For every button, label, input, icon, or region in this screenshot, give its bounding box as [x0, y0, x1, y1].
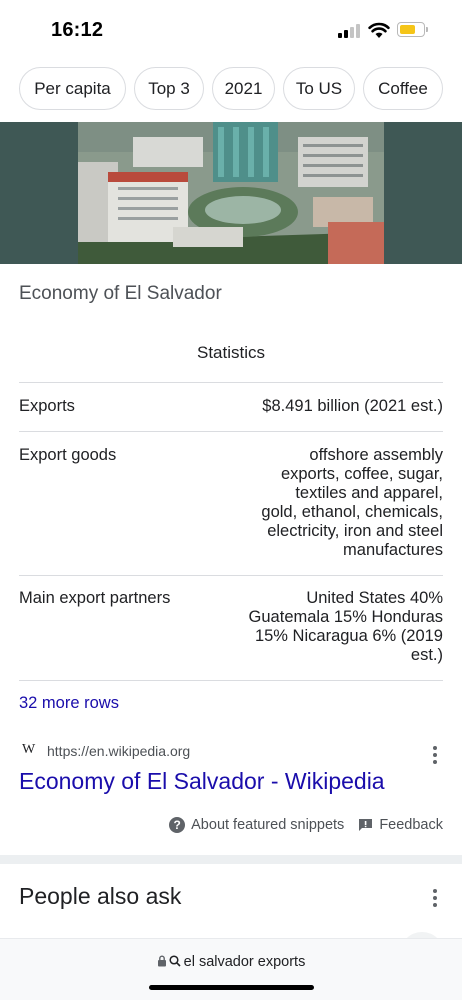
value-line: gold, ethanol, chemicals,	[261, 503, 443, 521]
hero-image[interactable]	[0, 122, 462, 264]
value-line: Guatemala 15% Honduras	[248, 608, 443, 626]
snippet-footer: ? About featured snippets Feedback	[169, 815, 443, 835]
chip-2021[interactable]: 2021	[212, 67, 275, 110]
chip-coffee[interactable]: Coffee	[363, 67, 443, 110]
row-value-export-partners: United States 40% Guatemala 15% Honduras…	[249, 589, 443, 665]
people-also-ask-heading: People also ask	[19, 883, 182, 909]
row-divider	[19, 680, 443, 681]
row-value-export-goods: offshore assembly exports, coffee, sugar…	[261, 446, 443, 560]
row-divider	[19, 382, 443, 383]
value-line: manufactures	[343, 541, 443, 559]
value-line: United States 40%	[306, 589, 443, 607]
wifi-icon	[368, 22, 390, 38]
address-query: el salvador exports	[183, 954, 306, 970]
feedback-link[interactable]: Feedback	[379, 817, 443, 833]
more-options-icon[interactable]	[433, 746, 437, 767]
lock-icon	[157, 955, 166, 967]
more-rows-link[interactable]: 32 more rows	[19, 694, 119, 713]
result-title-link[interactable]: Economy of El Salvador - Wikipedia	[19, 768, 385, 795]
chip-per-capita[interactable]: Per capita	[19, 67, 126, 110]
chip-to-us[interactable]: To US	[283, 67, 355, 110]
battery-nub	[426, 27, 428, 32]
city-photo	[78, 122, 384, 264]
status-time: 16:12	[51, 19, 104, 41]
value-line: 15% Nicaragua 6% (2019	[254, 627, 443, 645]
value-line: $8.491 billion (2021 est.)	[262, 397, 443, 415]
search-icon	[169, 955, 181, 967]
filter-chips: Per capita Top 3 2021 To US Coffee	[19, 67, 462, 110]
more-options-icon[interactable]	[433, 889, 437, 910]
row-divider	[19, 431, 443, 432]
value-line: offshore assembly	[309, 446, 443, 464]
row-label-export-partners: Main export partners	[19, 589, 171, 607]
feedback-icon	[359, 819, 373, 831]
row-divider	[19, 575, 443, 576]
status-bar: 16:12	[0, 0, 462, 60]
source-row[interactable]: W https://en.wikipedia.org	[19, 742, 443, 762]
browser-address-bar[interactable]: el salvador exports	[0, 938, 462, 1000]
value-line: electricity, iron and steel	[267, 522, 443, 540]
value-line: exports, coffee, sugar,	[280, 465, 443, 483]
row-label-exports: Exports	[19, 397, 75, 415]
about-snippets-link[interactable]: About featured snippets	[191, 817, 344, 833]
value-line: textiles and apparel,	[295, 484, 443, 502]
row-value-exports: $8.491 billion (2021 est.)	[262, 397, 443, 416]
knowledge-panel-title: Economy of El Salvador	[19, 283, 222, 304]
statistics-heading: Statistics	[196, 343, 266, 362]
battery-icon	[397, 22, 425, 37]
row-label-export-goods: Export goods	[19, 446, 117, 464]
source-url: https://en.wikipedia.org	[47, 743, 191, 759]
home-indicator	[149, 985, 314, 990]
value-line: est.)	[410, 646, 443, 664]
chip-top-3[interactable]: Top 3	[134, 67, 204, 110]
help-icon: ?	[169, 817, 186, 833]
cellular-signal-icon	[338, 24, 362, 38]
address-field[interactable]: el salvador exports	[0, 954, 462, 970]
wikipedia-favicon: W	[22, 742, 36, 757]
section-separator	[0, 855, 462, 864]
